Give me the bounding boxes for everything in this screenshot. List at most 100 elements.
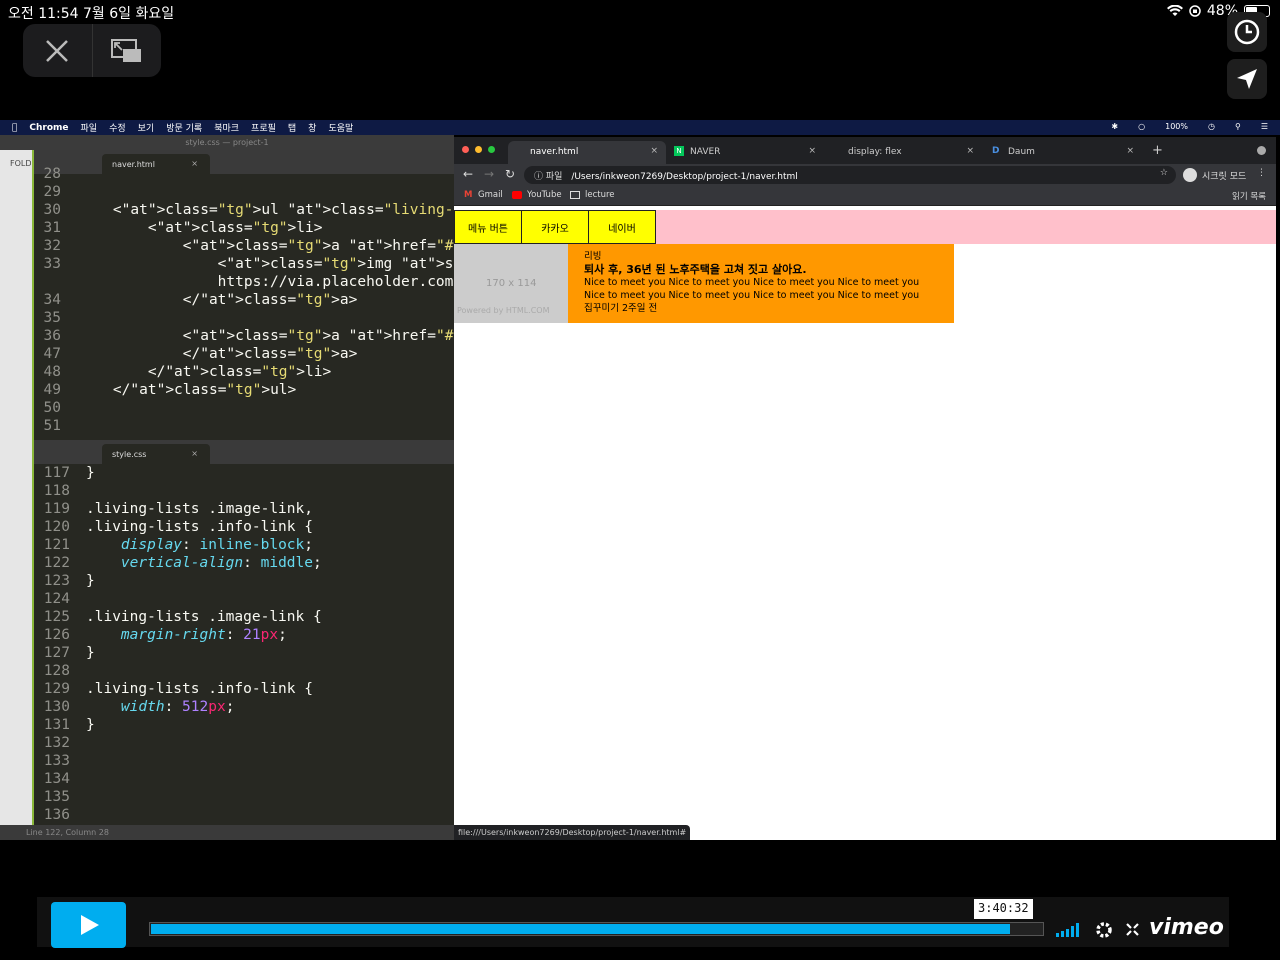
line-number: 31 — [43, 220, 61, 236]
fullscreen-icon[interactable] — [1126, 923, 1139, 936]
code-line[interactable]: </"at">class="tg">ul> — [78, 382, 296, 398]
reload-icon[interactable]: ↻ — [505, 167, 515, 181]
clock-menu-icon[interactable]: ◷ — [1208, 122, 1215, 131]
new-tab-button[interactable]: + — [1152, 143, 1163, 158]
folder-icon — [570, 191, 580, 199]
menu-item-profile[interactable]: 프로필 — [251, 121, 276, 134]
window-zoom-button[interactable] — [488, 146, 495, 153]
code-line[interactable]: </"at">class="tg">li> — [78, 364, 331, 380]
play-button[interactable] — [51, 902, 126, 948]
css-tabbar: style.css × — [34, 440, 454, 464]
code-line[interactable]: .living-lists .image-link { — [86, 609, 322, 625]
image-link[interactable]: 170 x 114 Powered by HTML.COM — [454, 244, 568, 323]
sidebar[interactable]: FOLD — [0, 150, 34, 826]
line-number: 32 — [43, 238, 61, 254]
code-line[interactable]: <"at">class="tg">img "at">src=" — [78, 256, 489, 272]
code-line[interactable]: .living-lists .info-link { — [86, 519, 313, 535]
line-number: 36 — [43, 328, 61, 344]
ios-status-bar: 오전 11:54 7월 6일 화요일 48% — [0, 0, 1280, 24]
html-pane[interactable]: naver.html × 28 29 30 <"at">class="tg">ul … — [34, 150, 680, 440]
code-line[interactable]: </"at">class="tg">a> — [78, 346, 358, 362]
tab-naver-html[interactable]: naver.html × — [102, 154, 210, 174]
send-icon — [1237, 69, 1257, 89]
wifi-menu-icon[interactable]: ○ — [1138, 122, 1145, 131]
info-link[interactable]: 리빙 퇴사 후, 36년 된 노후주택을 고쳐 짓고 살아요. Nice to … — [584, 250, 936, 315]
tab-close-icon[interactable]: × — [191, 159, 198, 168]
menu-item-tab[interactable]: 탭 — [288, 121, 296, 134]
bookmark-youtube[interactable]: YouTube — [527, 190, 562, 200]
bluetooth-icon[interactable]: ✱ — [1111, 122, 1118, 131]
code-line[interactable]: } — [86, 573, 95, 589]
tab-naver[interactable]: N NAVER × — [668, 141, 824, 164]
code-line[interactable]: vertical-align: middle; — [86, 555, 322, 571]
line-number: 136 — [43, 807, 70, 823]
line-number: 47 — [43, 346, 61, 362]
editor-status-bar: Line 122, Column 28 — [0, 825, 454, 840]
nav-kakao-button[interactable]: 카카오 — [521, 210, 589, 244]
code-line[interactable]: </"at">class="tg">a> — [78, 292, 358, 308]
code-line[interactable]: } — [86, 645, 95, 661]
code-line[interactable]: https://via.placeholder.com — [78, 274, 454, 290]
tab-daum[interactable]: D Daum × — [986, 141, 1142, 164]
code-line[interactable]: width: 512px; — [86, 699, 235, 715]
tab-style-css[interactable]: style.css × — [102, 444, 210, 464]
menu-item-history[interactable]: 방문 기록 — [166, 121, 202, 134]
profile-label[interactable]: 시크릿 모드 — [1202, 169, 1246, 182]
line-number: 128 — [43, 663, 70, 679]
code-line[interactable]: margin-right: 21px; — [86, 627, 287, 643]
line-number: 133 — [43, 753, 70, 769]
source: 집꾸미기 2주일 전 — [584, 303, 658, 314]
window-close-button[interactable] — [462, 146, 469, 153]
living-list-item[interactable]: 170 x 114 Powered by HTML.COM 리빙 퇴사 후, 3… — [454, 244, 954, 323]
tab-naver-html[interactable]: naver.html × — [508, 141, 666, 164]
info-icon[interactable]: ⓘ — [534, 172, 546, 182]
battery-menu-label[interactable]: 100% — [1165, 122, 1188, 131]
settings-gear-icon[interactable] — [1095, 921, 1113, 939]
search-icon[interactable]: ⚲ — [1235, 122, 1241, 131]
pip-toggle-button[interactable] — [93, 24, 162, 77]
line-number: 132 — [43, 735, 70, 751]
address-bar[interactable]: ⓘ 파일 /Users/inkweon7269/Desktop/project-… — [524, 166, 1176, 184]
menu-item-bookmarks[interactable]: 북마크 — [214, 121, 239, 134]
code-line[interactable]: <"at">class="tg">ul "at">class="living-l… — [78, 202, 515, 218]
code-line[interactable]: } — [86, 717, 95, 733]
close-button[interactable] — [23, 24, 92, 77]
tab-display-flex[interactable]: display: flex × — [826, 141, 982, 164]
tab-close-icon[interactable]: × — [191, 449, 198, 458]
reading-list[interactable]: 읽기 목록 — [1232, 190, 1266, 202]
menu-item-window[interactable]: 창 — [308, 121, 316, 134]
forward-icon[interactable]: → — [484, 167, 494, 181]
cursor-position: Line 122, Column 28 — [26, 828, 109, 837]
code-line[interactable]: display: inline-block; — [86, 537, 313, 553]
code-line[interactable]: .living-lists .info-link { — [86, 681, 313, 697]
nav-naver-button[interactable]: 네이버 — [588, 210, 656, 244]
line-number: 51 — [43, 418, 61, 434]
menu-item-view[interactable]: 보기 — [138, 121, 155, 134]
control-center-icon[interactable]: ☰ — [1261, 122, 1268, 131]
css-pane[interactable]: style.css × 117} 118 119 .living-lists .ima… — [34, 440, 454, 825]
bookmark-star-icon[interactable]: ☆ — [1160, 168, 1168, 178]
progress-bar[interactable] — [149, 922, 1044, 936]
history-button[interactable] — [1227, 12, 1267, 52]
vimeo-logo[interactable]: vimeo — [1149, 915, 1224, 940]
bookmark-gmail[interactable]: Gmail — [478, 190, 503, 200]
menu-item-file[interactable]: 파일 — [81, 121, 98, 134]
tab-search-icon[interactable] — [1257, 146, 1266, 155]
share-button[interactable] — [1227, 59, 1267, 99]
menu-icon[interactable]: ⋮ — [1257, 168, 1266, 178]
volume-icon[interactable] — [1056, 923, 1084, 937]
line-number: 118 — [43, 483, 70, 499]
apple-icon[interactable]:  — [12, 123, 17, 133]
code-line[interactable]: } — [86, 465, 95, 481]
code-line[interactable]: <"at">class="tg">li> — [78, 220, 323, 236]
nav-menu-button[interactable]: 메뉴 버튼 — [454, 210, 522, 244]
menu-item-help[interactable]: 도움말 — [328, 121, 353, 134]
bookmark-lecture[interactable]: lecture — [585, 190, 615, 200]
back-icon[interactable]: ← — [463, 167, 473, 181]
menu-item-edit[interactable]: 수정 — [109, 121, 126, 134]
rotation-lock-icon — [1189, 5, 1201, 17]
code-line[interactable]: .living-lists .image-link, — [86, 501, 313, 517]
window-minimize-button[interactable] — [475, 146, 482, 153]
menu-item-app[interactable]: Chrome — [29, 123, 68, 133]
bookmarks-bar: M Gmail YouTube lecture 읽기 목록 — [454, 186, 1276, 206]
